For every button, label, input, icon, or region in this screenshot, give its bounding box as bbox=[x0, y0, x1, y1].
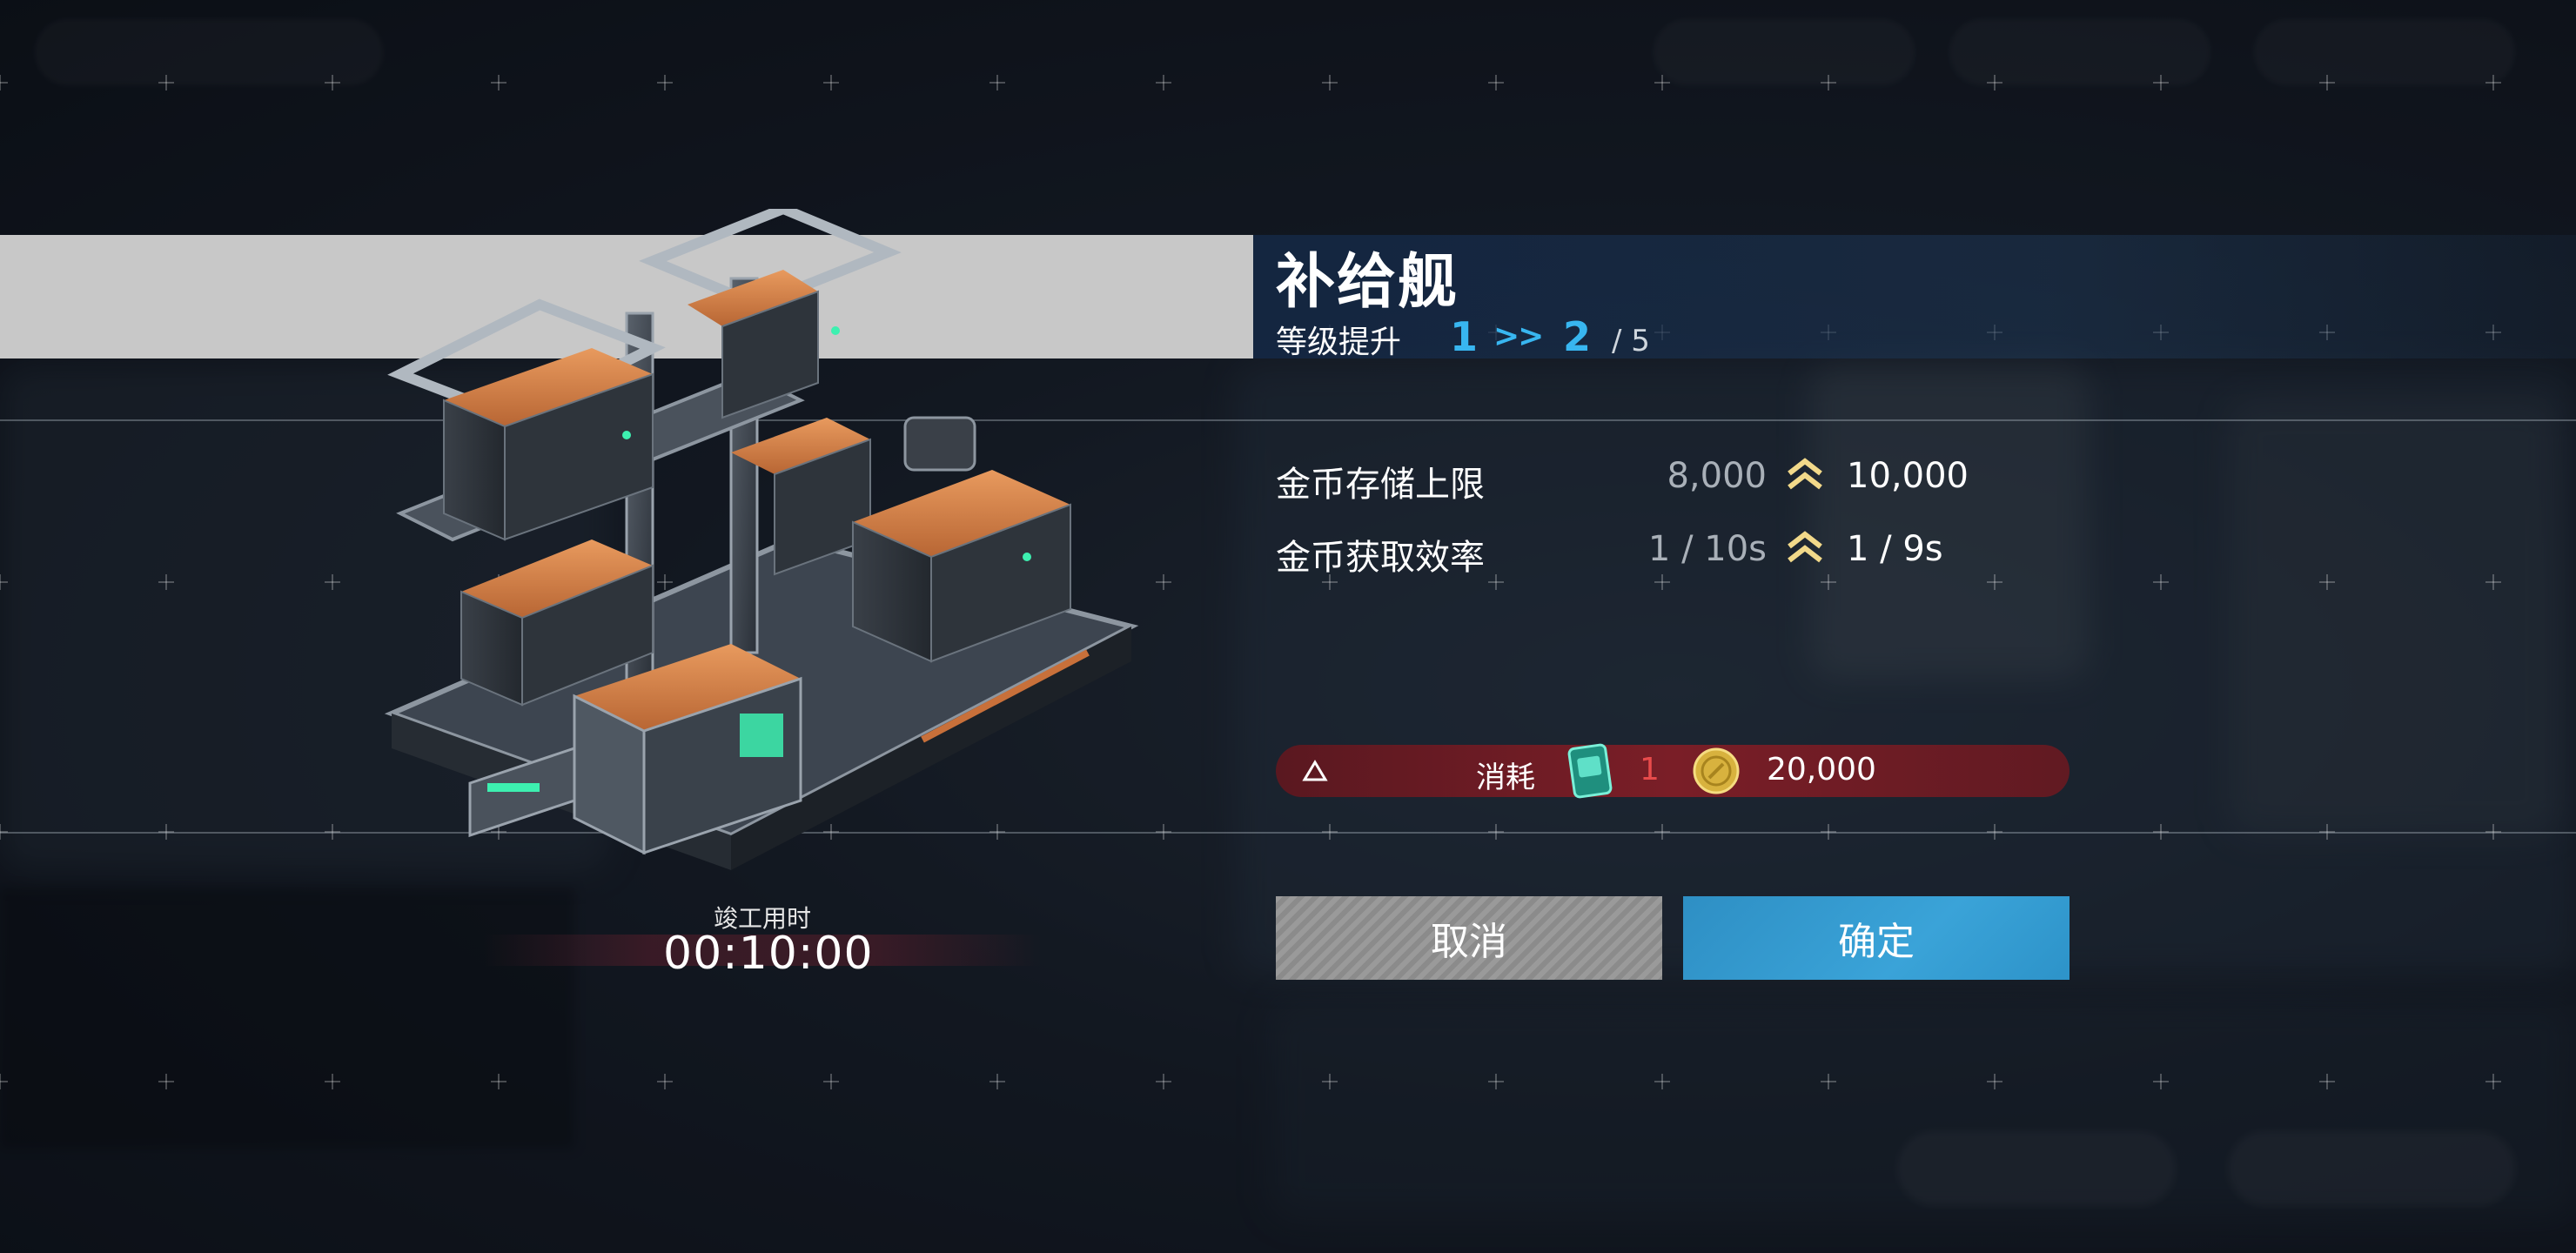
level-up-label: 等级提升 bbox=[1276, 325, 1402, 360]
gold-coin-icon bbox=[1693, 747, 1740, 794]
confirm-button[interactable]: 确定 bbox=[1683, 896, 2070, 980]
warning-triangle-icon[interactable] bbox=[1302, 759, 1328, 783]
stat-label-rate: 金币获取效率 bbox=[1276, 538, 1485, 578]
stat-new-rate: 1 / 9s bbox=[1847, 529, 1943, 569]
level-to: 2 bbox=[1563, 313, 1592, 360]
cancel-button[interactable]: 取消 bbox=[1276, 896, 1662, 980]
upgrade-ticket-icon bbox=[1567, 743, 1613, 799]
cost-label: 消耗 bbox=[1476, 761, 1535, 795]
level-from: 1 bbox=[1450, 313, 1479, 360]
upgrade-chevron-icon bbox=[1788, 458, 1822, 490]
building-title: 补给舰 bbox=[1276, 247, 1459, 317]
upgrade-chevron-icon bbox=[1788, 531, 1822, 563]
stat-new-storage: 10,000 bbox=[1847, 456, 1969, 496]
stat-label-storage: 金币存储上限 bbox=[1276, 465, 1485, 505]
cost-bar bbox=[1276, 745, 2070, 797]
stat-old-storage: 8,000 bbox=[1667, 456, 1767, 496]
stat-old-rate: 1 / 10s bbox=[1647, 529, 1767, 569]
level-arrow: >> bbox=[1493, 318, 1544, 354]
ticket-count: 1 bbox=[1640, 752, 1660, 787]
build-time-value: 00:10:00 bbox=[663, 928, 874, 980]
supply-ship-illustration bbox=[384, 209, 1139, 870]
level-max: / 5 bbox=[1612, 324, 1650, 358]
coin-cost-amount: 20,000 bbox=[1767, 752, 1876, 787]
